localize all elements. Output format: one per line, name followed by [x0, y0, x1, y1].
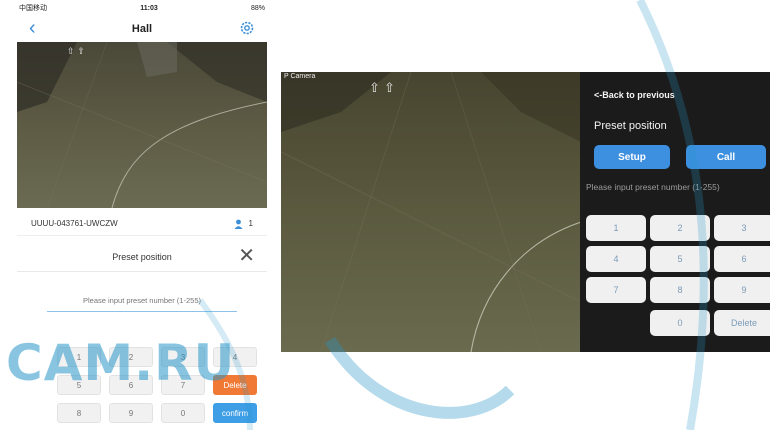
page-title: Hall	[131, 23, 153, 35]
setup-button[interactable]: Setup	[594, 145, 670, 169]
svg-text:⇧ ⇧: ⇧ ⇧	[369, 81, 395, 96]
preset-title: Preset position	[594, 120, 667, 132]
preset-number-input[interactable]	[47, 290, 237, 312]
clock: 11:03	[140, 4, 158, 12]
key-8[interactable]: 8	[650, 277, 710, 303]
confirm-button[interactable]: confirm	[213, 403, 257, 423]
svg-text:⇧ ⇧: ⇧ ⇧	[67, 47, 85, 57]
preset-panel: <-Back to previous Preset position Setup…	[580, 72, 770, 352]
preset-hint: Please input preset number (1-255)	[586, 182, 720, 192]
back-to-previous-link[interactable]: <-Back to previous	[594, 90, 675, 100]
key-6[interactable]: 6	[714, 246, 770, 272]
key-0[interactable]: 0	[650, 310, 710, 336]
viewer-count: 1	[248, 219, 253, 228]
floor-scene-large: ⇧ ⇧	[281, 72, 581, 352]
key-2[interactable]: 2	[650, 215, 710, 241]
key-1[interactable]: 1	[586, 215, 646, 241]
landscape-screen: ⇧ ⇧ P Camera <-Back to previous Preset p…	[281, 72, 770, 352]
device-info-row: UUUU-043761-UWCZW 1	[17, 212, 267, 236]
close-icon[interactable]: ✕	[238, 246, 255, 266]
floor-scene: ⇧ ⇧	[17, 42, 267, 208]
key-9[interactable]: 9	[714, 277, 770, 303]
battery-label: 88%	[250, 4, 265, 12]
camera-feed-large[interactable]: ⇧ ⇧ P Camera	[281, 72, 581, 352]
key-3[interactable]: 3	[714, 215, 770, 241]
gear-icon[interactable]	[239, 20, 255, 36]
call-button[interactable]: Call	[686, 145, 766, 169]
key-7[interactable]: 7	[586, 277, 646, 303]
key-8[interactable]: 8	[57, 403, 101, 423]
carrier-label: 中国移动	[19, 5, 47, 12]
device-id: UUUU-043761-UWCZW	[31, 219, 118, 228]
camera-label: P Camera	[284, 73, 316, 80]
watermark-text: CAM.RU	[6, 334, 236, 392]
preset-title: Preset position	[112, 251, 172, 262]
key-9[interactable]: 9	[109, 403, 153, 423]
key-5[interactable]: 5	[650, 246, 710, 272]
delete-button[interactable]: Delete	[714, 310, 770, 336]
camera-feed-small[interactable]: ⇧ ⇧	[17, 42, 267, 208]
preset-header: Preset position ✕	[17, 242, 267, 272]
status-bar: 中国移动 11:03 88%	[17, 0, 267, 16]
back-chevron-icon[interactable]: ‹	[29, 18, 36, 38]
nav-bar: ‹ Hall	[17, 16, 267, 42]
key-4[interactable]: 4	[586, 246, 646, 272]
key-0[interactable]: 0	[161, 403, 205, 423]
user-icon	[234, 219, 243, 229]
viewers: 1	[234, 219, 253, 229]
